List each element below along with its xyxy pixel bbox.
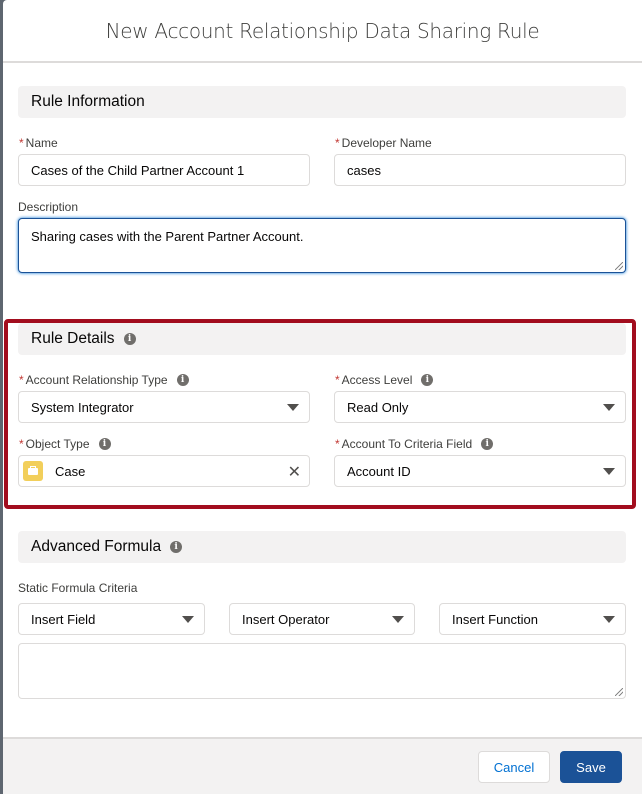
highlight-box [4, 319, 636, 509]
section-title: Advanced Formula [31, 538, 162, 555]
description-textarea[interactable]: Sharing cases with the Parent Partner Ac… [18, 218, 626, 273]
section-rule-information: Rule Information [18, 86, 626, 118]
insert-field-select[interactable]: Insert Field [18, 603, 205, 635]
modal-header: New Account Relationship Data Sharing Ru… [3, 0, 642, 63]
developer-name-label: * Developer Name [335, 136, 432, 150]
modal-title: New Account Relationship Data Sharing Ru… [105, 18, 540, 43]
chevron-down-icon [182, 616, 194, 623]
insert-operator-select[interactable]: Insert Operator [229, 603, 415, 635]
insert-function-select[interactable]: Insert Function [439, 603, 626, 635]
section-title: Rule Information [31, 93, 145, 110]
resize-handle[interactable] [615, 688, 623, 696]
name-input[interactable]: Cases of the Child Partner Account 1 [18, 154, 310, 186]
formula-textarea[interactable] [18, 643, 626, 699]
name-label: * Name [19, 136, 58, 150]
section-advanced-formula: Advanced Formula i [18, 531, 626, 563]
cancel-button[interactable]: Cancel [478, 751, 550, 783]
chevron-down-icon [392, 616, 404, 623]
info-icon[interactable]: i [170, 541, 183, 553]
modal-footer: Cancel Save [3, 737, 642, 794]
static-formula-criteria-label: Static Formula Criteria [18, 581, 138, 595]
chevron-down-icon [603, 616, 615, 623]
save-button[interactable]: Save [560, 751, 622, 783]
developer-name-input[interactable]: cases [334, 154, 626, 186]
description-label: Description [18, 200, 79, 214]
resize-handle[interactable] [615, 262, 623, 270]
